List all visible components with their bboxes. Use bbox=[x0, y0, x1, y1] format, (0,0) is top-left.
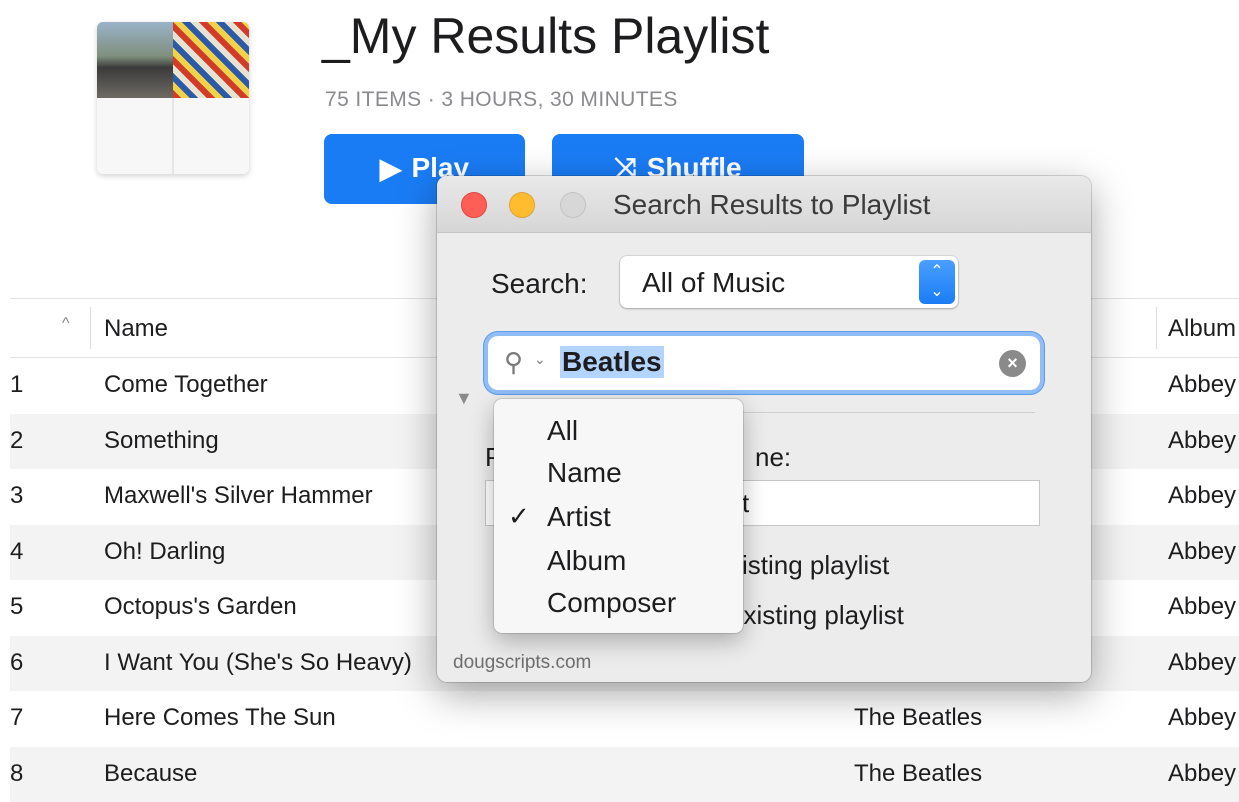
column-divider[interactable] bbox=[1156, 307, 1157, 349]
menu-item-composer[interactable]: Composer bbox=[547, 587, 676, 619]
menu-item-all[interactable]: All bbox=[547, 415, 578, 447]
album-art-tile bbox=[97, 98, 249, 174]
option-new-playlist[interactable]: xisting playlist bbox=[729, 550, 889, 581]
track-album: Abbey Road bbox=[1168, 760, 1239, 788]
track-artist: The Beatles bbox=[854, 704, 982, 732]
credit-text: dougscripts.com bbox=[453, 652, 591, 674]
track-name: Something bbox=[104, 427, 219, 455]
track-number: 1 bbox=[10, 371, 23, 399]
playlist-artwork bbox=[97, 22, 249, 174]
zoom-window-button bbox=[560, 192, 586, 218]
option-existing-playlist[interactable]: existing playlist bbox=[729, 600, 904, 631]
play-icon: ▶ bbox=[380, 152, 402, 185]
column-header-name[interactable]: Name bbox=[104, 315, 168, 343]
album-art-tile bbox=[173, 22, 249, 98]
track-name: Octopus's Garden bbox=[104, 593, 297, 621]
clear-search-icon[interactable]: × bbox=[999, 350, 1026, 377]
search-text: Beatles bbox=[560, 346, 664, 378]
disclosure-triangle-icon[interactable]: ▼ bbox=[455, 388, 473, 409]
column-header-album[interactable]: Album bbox=[1168, 315, 1239, 343]
search-scope-label: Search: bbox=[491, 268, 588, 300]
sort-ascending-icon[interactable]: ^ bbox=[62, 315, 70, 333]
menu-item-album[interactable]: Album bbox=[547, 545, 626, 577]
checkmark-icon: ✓ bbox=[508, 501, 530, 532]
track-name: Because bbox=[104, 760, 197, 788]
track-name: Here Comes The Sun bbox=[104, 704, 336, 732]
search-field-menu: All Name ✓ Artist Album Composer bbox=[494, 399, 743, 633]
track-name: Maxwell's Silver Hammer bbox=[104, 482, 373, 510]
search-input[interactable]: ⚲ ⌄ Beatles × bbox=[488, 336, 1040, 390]
search-icon[interactable]: ⚲ bbox=[504, 347, 523, 378]
track-name: Come Together bbox=[104, 371, 268, 399]
track-album: Abbey Road bbox=[1168, 427, 1239, 455]
dialog-title: Search Results to Playlist bbox=[613, 189, 930, 221]
track-number: 3 bbox=[10, 482, 23, 510]
table-row[interactable]: 7 Here Comes The Sun The Beatles Abbey R… bbox=[10, 691, 1239, 747]
track-album: Abbey Road bbox=[1168, 538, 1239, 566]
playlist-name-label-end: ne: bbox=[755, 442, 791, 473]
track-name: I Want You (She's So Heavy) bbox=[104, 649, 412, 677]
close-window-button[interactable] bbox=[461, 192, 487, 218]
track-album: Abbey Road bbox=[1168, 649, 1239, 677]
album-art-tile bbox=[97, 22, 173, 98]
track-artist: The Beatles bbox=[854, 760, 982, 788]
track-name: Oh! Darling bbox=[104, 538, 225, 566]
menu-item-artist[interactable]: Artist bbox=[547, 501, 611, 533]
chevron-down-icon[interactable]: ⌄ bbox=[534, 351, 546, 368]
menu-item-name[interactable]: Name bbox=[547, 457, 622, 489]
search-scope-select[interactable]: All of Music ⌃⌄ bbox=[620, 256, 958, 308]
track-number: 7 bbox=[10, 704, 23, 732]
track-album: Abbey Road bbox=[1168, 482, 1239, 510]
track-number: 6 bbox=[10, 649, 23, 677]
popup-stepper-icon: ⌃⌄ bbox=[919, 260, 955, 304]
track-album: Abbey Road bbox=[1168, 593, 1239, 621]
track-number: 4 bbox=[10, 538, 23, 566]
playlist-title: _My Results Playlist bbox=[322, 6, 769, 66]
dialog-titlebar[interactable]: Search Results to Playlist bbox=[437, 176, 1091, 233]
track-album: Abbey Road bbox=[1168, 704, 1239, 732]
track-number: 2 bbox=[10, 427, 23, 455]
track-album: Abbey Road bbox=[1168, 371, 1239, 399]
playlist-summary: 75 ITEMS · 3 HOURS, 30 MINUTES bbox=[325, 88, 678, 112]
track-number: 8 bbox=[10, 760, 23, 788]
minimize-window-button[interactable] bbox=[509, 192, 535, 218]
column-divider[interactable] bbox=[90, 307, 91, 349]
track-number: 5 bbox=[10, 593, 23, 621]
table-row[interactable]: 8 Because The Beatles Abbey Road bbox=[10, 747, 1239, 802]
search-scope-value: All of Music bbox=[642, 267, 785, 299]
playlist-name-value: t bbox=[742, 488, 749, 519]
